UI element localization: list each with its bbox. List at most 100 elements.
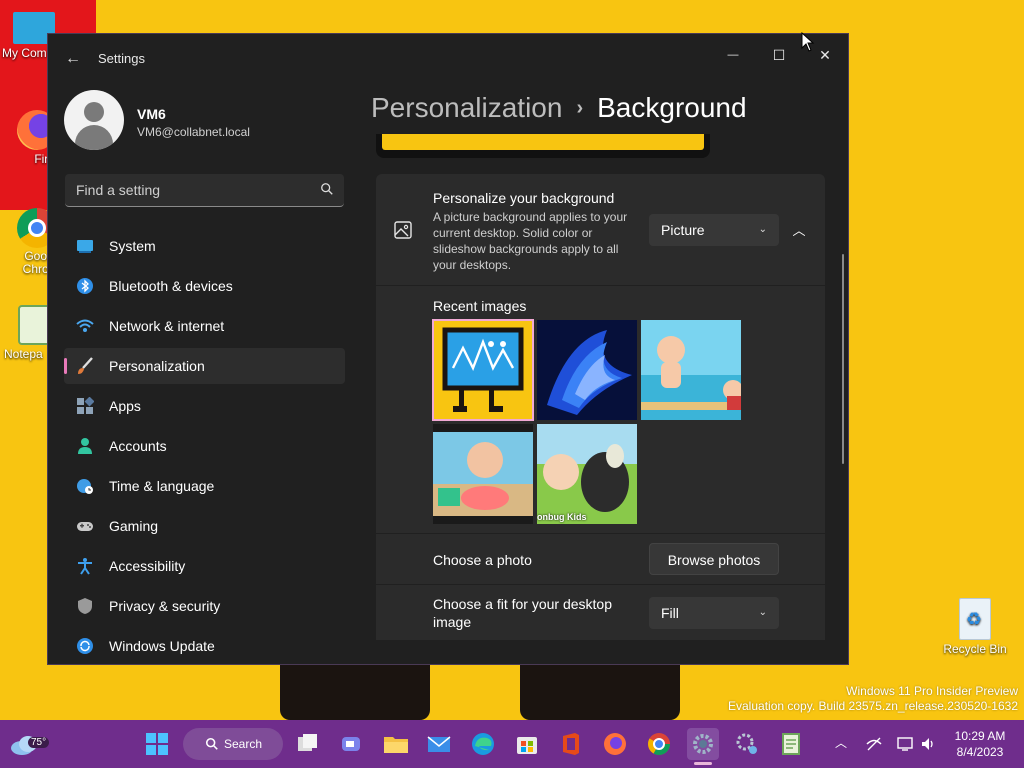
edge-icon	[472, 733, 494, 755]
settings-window: ← Settings — ☐ ✕ VM6 VM6@collabnet.local…	[47, 33, 849, 665]
main-content: Personalize your background A picture ba…	[376, 134, 825, 640]
chevron-down-icon: ⌄	[758, 224, 767, 235]
thumb-cartoon-baby-pool[interactable]	[433, 424, 533, 524]
sidebar-item-apps[interactable]: Apps	[64, 388, 345, 424]
browse-photos-button[interactable]: Browse photos	[649, 543, 779, 575]
sidebar-item-system[interactable]: System	[64, 228, 345, 264]
search-icon[interactable]	[320, 182, 334, 196]
breadcrumb-separator: ›	[576, 97, 584, 119]
chevron-up-icon[interactable]: ︿	[787, 219, 811, 243]
watermark-edition: Windows 11 Pro Insider Preview	[846, 684, 1018, 698]
notepad-icon	[782, 733, 800, 755]
scrollbar[interactable]	[842, 254, 844, 464]
choose-photo-card: Choose a photo Browse photos	[376, 534, 825, 584]
teams-chat-button[interactable]	[335, 728, 367, 760]
system-clock[interactable]: 10:29 AM 8/4/2023	[950, 728, 1010, 760]
notepad-taskbar-button[interactable]	[775, 728, 807, 760]
sidebar-item-label: Personalization	[109, 358, 205, 374]
sidebar-item-accessibility[interactable]: Accessibility	[64, 548, 345, 584]
taskbar-search-label: Search	[224, 737, 263, 751]
person-icon	[78, 438, 92, 454]
sidebar-item-label: Network & internet	[109, 318, 225, 334]
tray-overflow-chevron-icon[interactable]: ︿	[835, 734, 847, 751]
sidebar-item-gaming[interactable]: Gaming	[64, 508, 345, 544]
shield-icon	[78, 598, 92, 614]
temperature: 75°	[28, 737, 50, 748]
sidebar-item-label: Windows Update	[109, 638, 215, 654]
settings-taskbar-button[interactable]	[687, 728, 719, 760]
picture-icon	[394, 221, 412, 239]
sidebar-item-windows-update[interactable]: Windows Update	[64, 628, 345, 664]
breadcrumb-parent[interactable]: Personalization	[371, 92, 562, 123]
search-icon	[205, 737, 218, 750]
title-bar[interactable]: ← Settings — ☐ ✕	[48, 34, 848, 82]
desktop-icon-recycle-bin[interactable]: ♻ Recycle Bin	[940, 598, 1010, 656]
fit-dropdown[interactable]: Fill ⌄	[649, 597, 779, 629]
active-app-indicator	[694, 762, 712, 765]
recycle-bin-icon: ♻	[959, 598, 991, 640]
sidebar-item-privacy[interactable]: Privacy & security	[64, 588, 345, 624]
dropdown-value: Picture	[661, 222, 705, 238]
thumb-cartoon-baby-beach[interactable]	[641, 320, 741, 420]
search-input[interactable]	[65, 174, 305, 206]
start-button[interactable]	[141, 728, 173, 760]
file-explorer-button[interactable]	[380, 728, 412, 760]
chrome-icon	[648, 733, 670, 755]
firefox-icon	[604, 733, 626, 755]
windows-logo-icon	[146, 733, 168, 755]
clock-date: 8/4/2023	[956, 745, 1004, 759]
back-button[interactable]: ←	[62, 48, 84, 70]
sidebar-item-personalization[interactable]: Personalization	[64, 348, 345, 384]
wifi-icon	[76, 319, 94, 332]
control-panel-button[interactable]	[731, 728, 763, 760]
volume-icon[interactable]	[920, 736, 936, 752]
chrome-button[interactable]	[643, 728, 675, 760]
task-view-button[interactable]	[292, 728, 324, 760]
sidebar-item-accounts[interactable]: Accounts	[64, 428, 345, 464]
thumb-cartoon-sheep[interactable]: onbug Kids	[537, 424, 637, 524]
office-button[interactable]	[555, 728, 587, 760]
wallpaper-leg-right	[520, 665, 680, 720]
avatar[interactable]	[64, 90, 124, 150]
maximize-button[interactable]: ☐	[756, 40, 802, 70]
choose-fit-card: Choose a fit for your desktop image Fill…	[376, 585, 825, 640]
sidebar-item-label: Time & language	[109, 478, 215, 494]
control-panel-icon	[736, 733, 757, 754]
accessibility-icon	[78, 558, 92, 575]
search-box	[65, 174, 344, 207]
system-icon	[77, 240, 93, 253]
background-type-dropdown[interactable]: Picture ⌄	[649, 214, 779, 246]
dropdown-value: Fill	[661, 605, 679, 621]
store-icon	[517, 737, 537, 754]
app-title: Settings	[98, 51, 145, 66]
display-icon[interactable]	[897, 736, 913, 752]
choose-photo-label: Choose a photo	[433, 552, 532, 568]
store-button[interactable]	[511, 728, 543, 760]
windows-watermark: Windows 11 Pro Insider Preview Evaluatio…	[728, 684, 1018, 714]
chat-icon	[342, 737, 360, 751]
sidebar-nav: System Bluetooth & devices Network & int…	[64, 228, 345, 664]
network-offline-icon[interactable]	[866, 736, 882, 752]
sidebar-item-network[interactable]: Network & internet	[64, 308, 345, 344]
profile-name: VM6	[137, 106, 166, 122]
weather-widget[interactable]: 75°	[8, 728, 50, 758]
wallpaper-leg-left	[280, 665, 430, 720]
taskbar-search[interactable]: Search	[183, 728, 283, 760]
sidebar-item-bluetooth[interactable]: Bluetooth & devices	[64, 268, 345, 304]
sidebar-item-label: Apps	[109, 398, 141, 414]
firefox-button[interactable]	[599, 728, 631, 760]
globe-clock-icon	[77, 479, 93, 494]
edge-button[interactable]	[467, 728, 499, 760]
mail-button[interactable]	[423, 728, 455, 760]
thumb-yellow-character[interactable]	[432, 319, 534, 421]
folder-icon	[384, 737, 408, 753]
personalize-background-card: Personalize your background A picture ba…	[376, 174, 825, 285]
sidebar-item-label: Privacy & security	[109, 598, 221, 614]
thumb-windows-bloom[interactable]	[537, 320, 637, 420]
sidebar-item-label: Gaming	[109, 518, 159, 534]
chevron-down-icon: ⌄	[758, 607, 767, 618]
minimize-button[interactable]: —	[710, 40, 756, 70]
background-setting-title: Personalize your background	[433, 190, 615, 206]
sidebar-item-time-language[interactable]: Time & language	[64, 468, 345, 504]
watermark-build: Evaluation copy. Build 23575.zn_release.…	[728, 699, 1018, 713]
